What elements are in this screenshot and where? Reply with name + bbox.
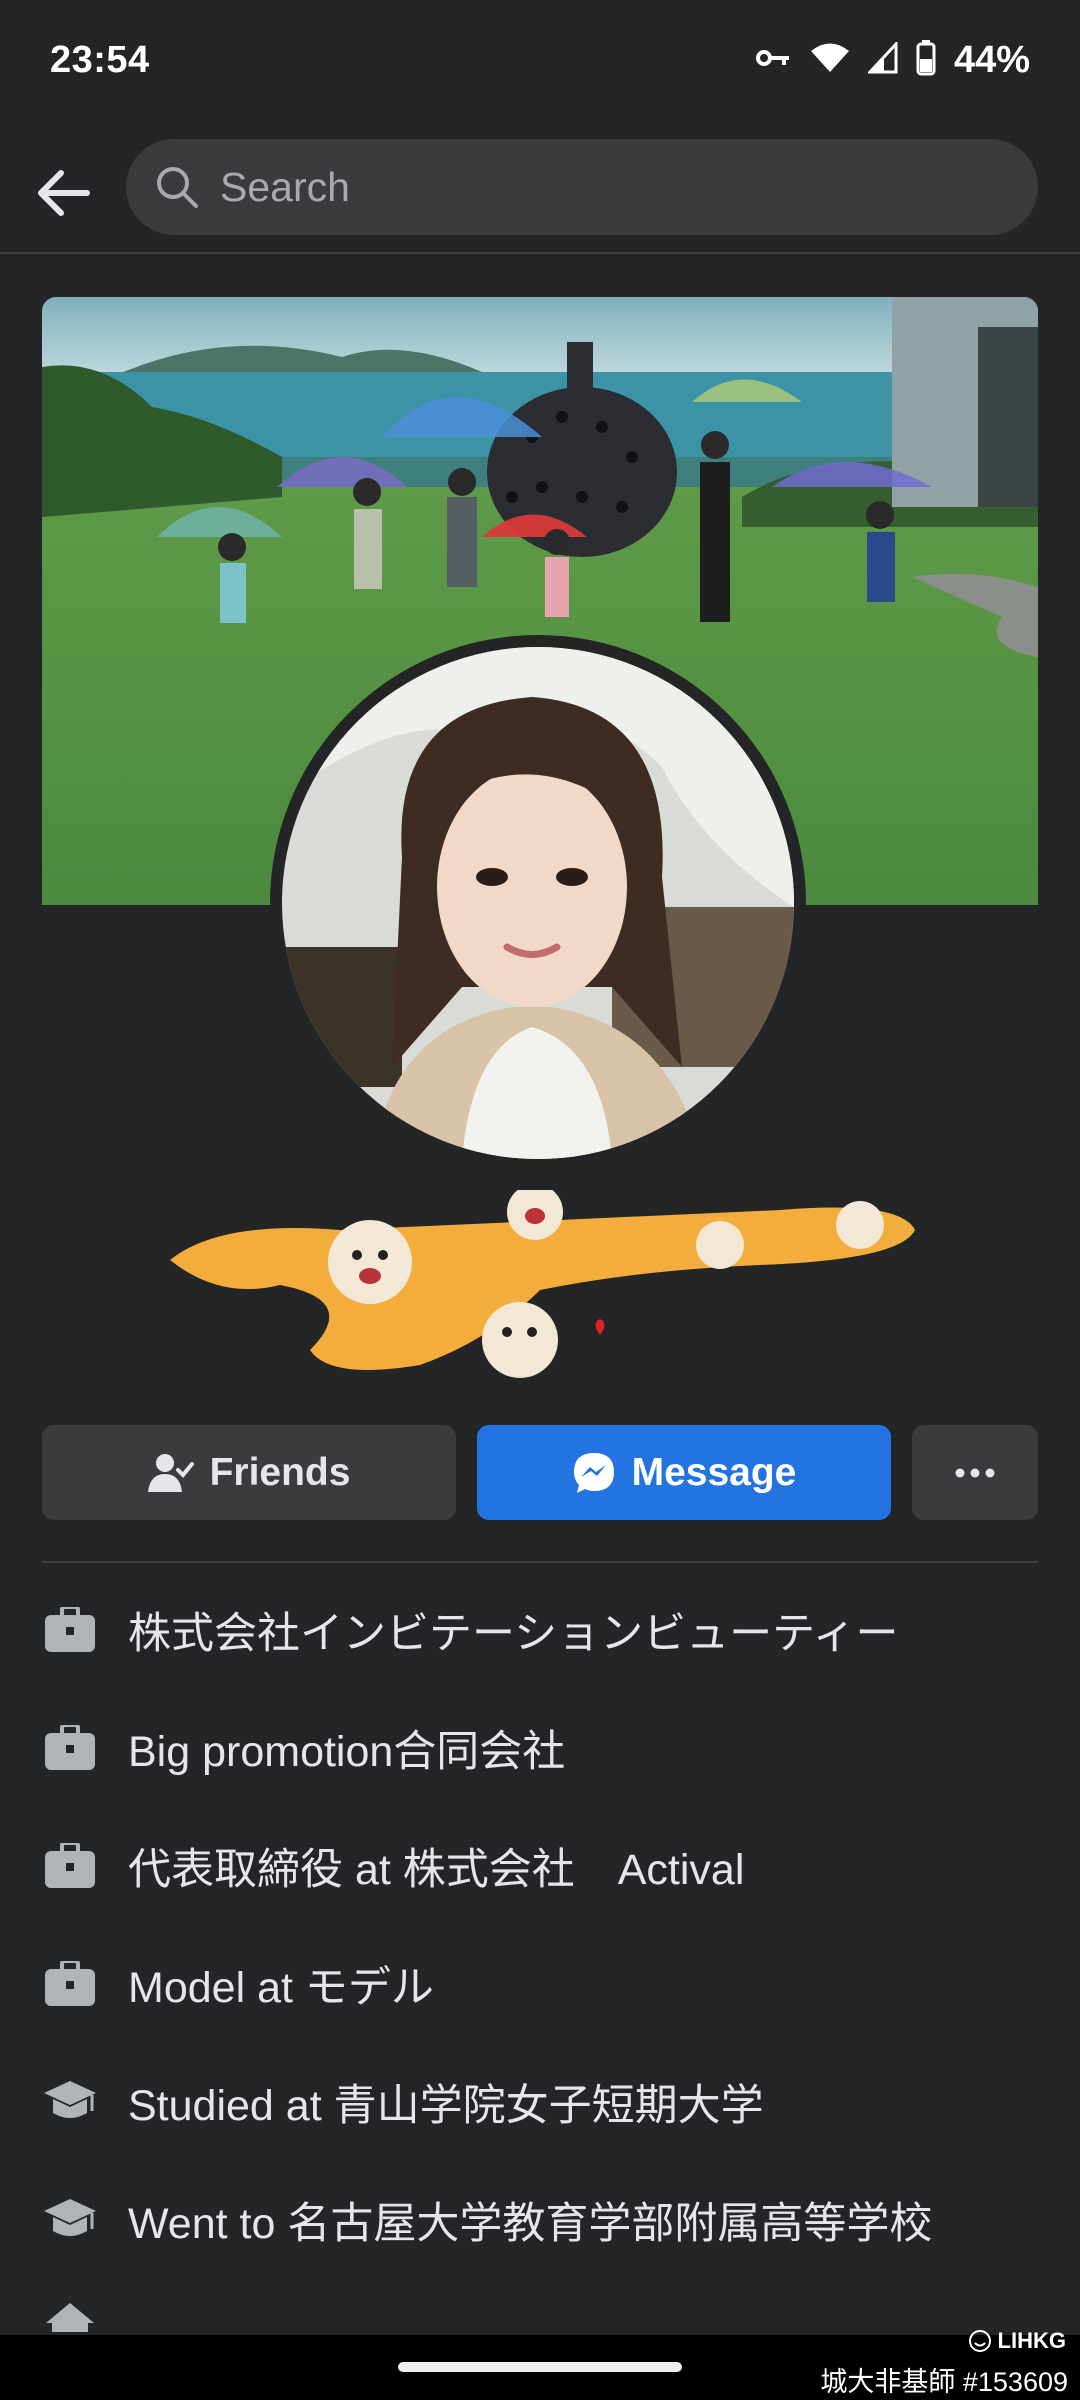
intro-item-text: Big promotion合同会社	[128, 1728, 566, 1776]
vpn-key-icon	[755, 46, 792, 75]
intro-item-text: 株式会社インビテーションビューティー	[128, 1610, 899, 1658]
intro-item-education-1: Studied at 青山学院女子短期大学	[42, 2062, 1038, 2142]
friend-check-icon	[147, 1453, 194, 1492]
intro-item-partial	[42, 2296, 1038, 2332]
message-button[interactable]: Message	[477, 1425, 891, 1520]
briefcase-icon	[42, 1956, 98, 2012]
intro-item-work-4: Model at モデル	[42, 1944, 1038, 2024]
wifi-icon	[810, 42, 850, 79]
search-input[interactable]: Search	[126, 139, 1038, 235]
more-dots-icon	[955, 1468, 995, 1477]
friends-button[interactable]: Friends	[42, 1425, 456, 1520]
top-bar: Search	[0, 130, 1080, 252]
arrow-left-icon	[38, 170, 90, 216]
intro-item-work-2: Big promotion合同会社	[42, 1708, 1038, 1788]
watermark-brand: LIHKG	[968, 2328, 1066, 2354]
search-icon	[157, 167, 198, 208]
intro-item-text: Went to 名古屋大学教育学部附属高等学校	[128, 2200, 933, 2248]
graduation-cap-icon	[42, 2074, 98, 2130]
home-icon	[42, 2296, 98, 2332]
profile-avatar[interactable]	[282, 647, 794, 1159]
intro-item-work-3: 代表取締役 at 株式会社 Actival	[42, 1826, 1038, 1906]
intro-item-text: 代表取締役 at 株式会社 Actival	[128, 1846, 745, 1894]
search-placeholder: Search	[220, 163, 350, 210]
intro-item-work-1: 株式会社インビテーションビューティー	[42, 1590, 1038, 1670]
messenger-icon	[573, 1452, 614, 1493]
signal-icon	[866, 39, 898, 79]
intro-item-text: Model at モデル	[128, 1964, 434, 2012]
friends-button-label: Friends	[209, 1450, 351, 1494]
top-bar-divider	[0, 252, 1080, 254]
watermark-caption: 城大非基師 #153609	[820, 2367, 1068, 2397]
briefcase-icon	[42, 1602, 98, 1658]
briefcase-icon	[42, 1720, 98, 1776]
status-icons: 44%	[755, 38, 1030, 82]
home-indicator[interactable]	[398, 2362, 682, 2372]
message-button-label: Message	[631, 1450, 797, 1494]
status-bar: 23:54 44%	[0, 0, 1080, 120]
more-options-button[interactable]	[912, 1425, 1038, 1520]
graduation-cap-icon	[42, 2192, 98, 2248]
intro-item-text: Studied at 青山学院女子短期大学	[128, 2082, 764, 2130]
section-divider	[42, 1561, 1038, 1563]
back-button[interactable]	[28, 158, 98, 228]
status-time: 23:54	[50, 38, 150, 81]
intro-item-education-2: Went to 名古屋大学教育学部附属高等学校	[42, 2180, 1038, 2260]
profile-actions: Friends Message	[42, 1425, 1038, 1520]
battery-percent: 44%	[953, 38, 1030, 81]
name-sticker-image	[160, 1184, 930, 1380]
watermark-brand-text: LIHKG	[997, 2328, 1066, 2353]
battery-icon	[916, 39, 936, 81]
smiley-icon	[968, 2330, 991, 2352]
briefcase-icon	[42, 1838, 98, 1894]
